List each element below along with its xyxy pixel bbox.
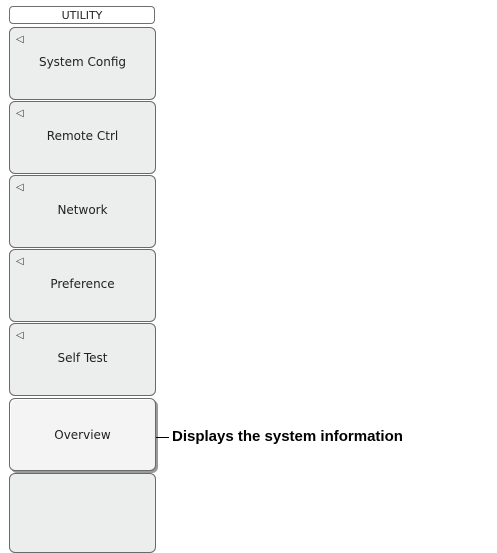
callout-leader-line <box>156 437 169 438</box>
softkey-label: Network <box>57 203 108 217</box>
softkey-overview[interactable]: Overview <box>9 398 156 471</box>
submenu-arrow-icon: ◁ <box>16 34 24 45</box>
menu-title: UTILITY <box>9 6 155 24</box>
submenu-arrow-icon: ◁ <box>16 256 24 267</box>
utility-softkey-panel: UTILITY ◁ System Config ◁ Remote Ctrl ◁ … <box>0 0 160 553</box>
submenu-arrow-icon: ◁ <box>16 108 24 119</box>
softkey-label: System Config <box>38 55 127 69</box>
softkey-label: Self Test <box>57 351 108 365</box>
softkey-network[interactable]: ◁ Network <box>9 175 156 248</box>
callout-description: Displays the system information <box>172 428 403 445</box>
softkey-system-config[interactable]: ◁ System Config <box>9 27 156 100</box>
submenu-arrow-icon: ◁ <box>16 182 24 193</box>
softkey-label: Remote Ctrl <box>46 129 119 143</box>
softkey-label: Preference <box>50 277 115 291</box>
softkey-self-test[interactable]: ◁ Self Test <box>9 323 156 396</box>
softkey-preference[interactable]: ◁ Preference <box>9 249 156 322</box>
softkey-remote-ctrl[interactable]: ◁ Remote Ctrl <box>9 101 156 174</box>
softkey-label: Overview <box>54 428 111 442</box>
softkey-empty[interactable] <box>9 473 156 553</box>
submenu-arrow-icon: ◁ <box>16 330 24 341</box>
